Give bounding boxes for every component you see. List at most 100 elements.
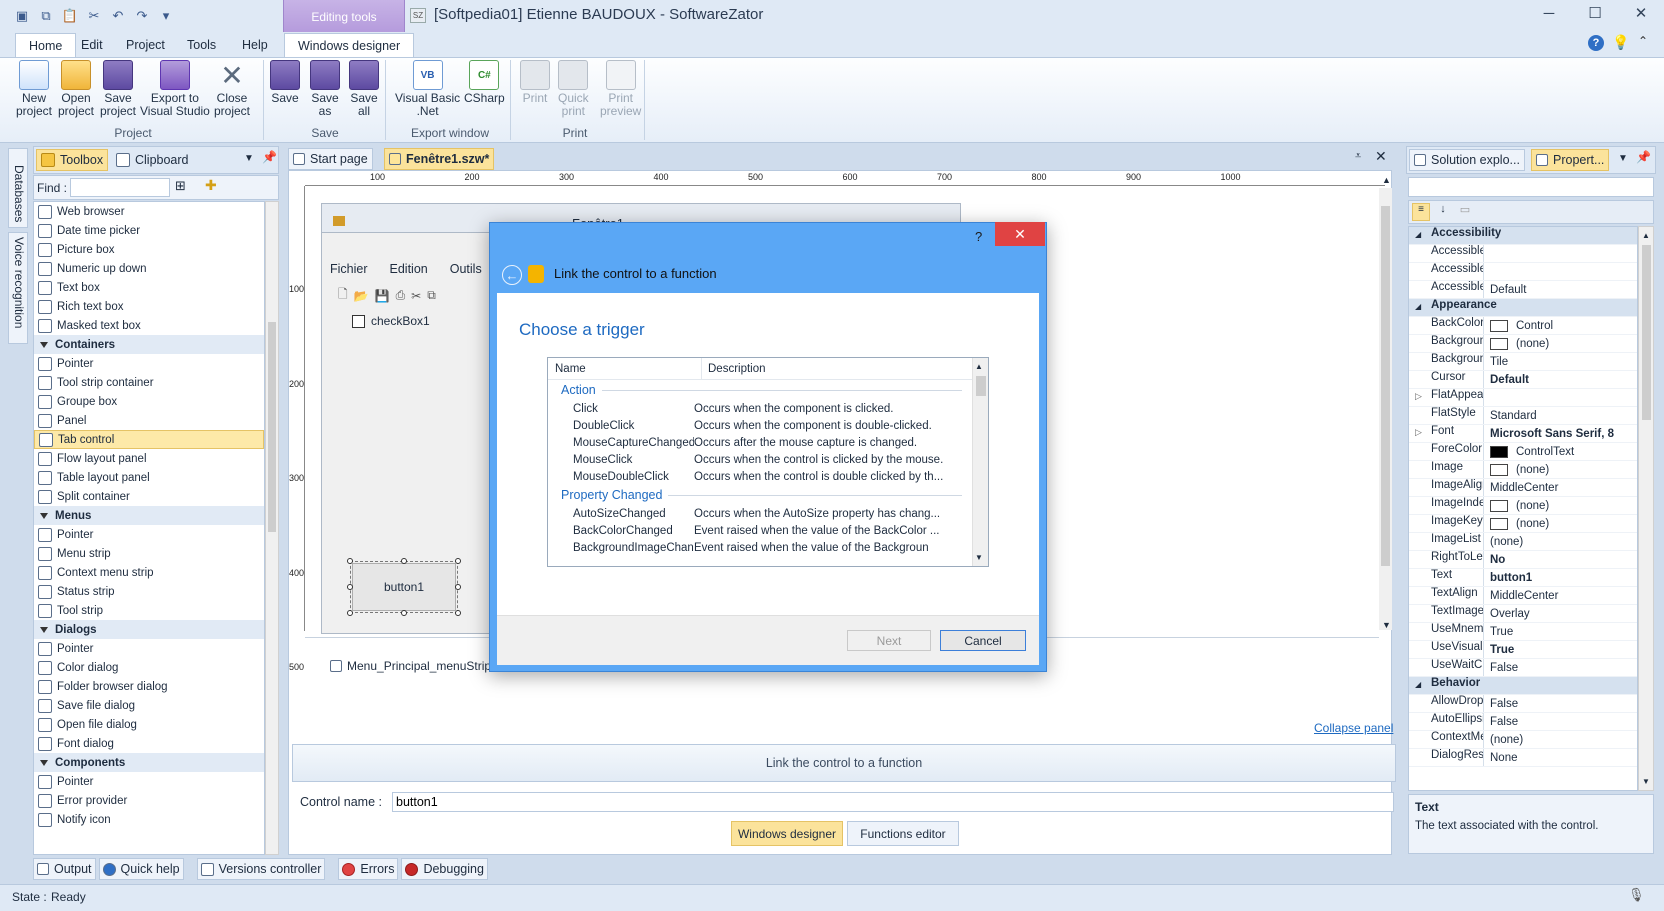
- scroll-down-arrow[interactable]: ▼: [975, 553, 983, 562]
- trigger-group-header[interactable]: Action: [548, 380, 968, 400]
- toolbox-item[interactable]: Rich text box: [34, 297, 264, 316]
- scroll-up-arrow[interactable]: ▲: [1642, 231, 1650, 240]
- property-value[interactable]: Default: [1483, 371, 1637, 388]
- toolbox-item[interactable]: Pointer: [34, 354, 264, 373]
- quick-print-button[interactable]: Quick print: [558, 60, 589, 118]
- property-row[interactable]: AccessibleRolDefault: [1409, 281, 1637, 299]
- property-value[interactable]: button1: [1483, 569, 1637, 586]
- collapse-ribbon-icon[interactable]: ⌃: [1638, 34, 1648, 48]
- toolbox-item[interactable]: Save file dialog: [34, 696, 264, 715]
- tab-start-page[interactable]: Start page: [288, 148, 373, 170]
- tab-tools[interactable]: Tools: [174, 33, 229, 57]
- toolbox-item[interactable]: Notify icon: [34, 810, 264, 829]
- form-menu-fichier[interactable]: Fichier: [330, 262, 368, 276]
- toolbox-item[interactable]: Table layout panel: [34, 468, 264, 487]
- toolbox-item[interactable]: Error provider: [34, 791, 264, 810]
- property-value[interactable]: Control: [1483, 317, 1637, 334]
- panel-menu-icon[interactable]: ▼: [1618, 153, 1628, 164]
- property-value[interactable]: False: [1483, 695, 1637, 712]
- trigger-row[interactable]: MouseClick Occurs when the control is cli…: [548, 451, 968, 468]
- pin-icon[interactable]: 📌: [1636, 150, 1651, 164]
- export-vb-button[interactable]: VB Visual Basic .Net: [395, 60, 460, 118]
- next-button[interactable]: Next: [847, 630, 931, 651]
- customize-qat-icon[interactable]: ▾: [157, 7, 175, 25]
- save-as-button[interactable]: Save as: [310, 60, 340, 118]
- tab-toolbox[interactable]: Toolbox: [36, 149, 109, 171]
- property-row[interactable]: UseWaitCursoFalse: [1409, 659, 1637, 677]
- panel-menu-icon[interactable]: ▼: [244, 153, 254, 164]
- property-value[interactable]: (none): [1483, 461, 1637, 478]
- doc-menu-icon[interactable]: ⩡: [1355, 150, 1361, 163]
- open-icon[interactable]: 📂: [354, 289, 369, 303]
- property-value[interactable]: [1483, 245, 1637, 262]
- toolbox-item[interactable]: Font dialog: [34, 734, 264, 753]
- resize-handle[interactable]: [347, 610, 353, 616]
- lightbulb-icon[interactable]: 💡: [1612, 34, 1629, 51]
- expand-arrow-icon[interactable]: ▷: [1415, 391, 1422, 402]
- form-menu-outils[interactable]: Outils: [450, 262, 482, 276]
- property-value[interactable]: Default: [1483, 281, 1637, 298]
- property-row[interactable]: ImageList (none): [1409, 533, 1637, 551]
- trigger-row[interactable]: BackColorChanged Event raised when the va…: [548, 522, 968, 539]
- tab-clipboard[interactable]: Clipboard: [111, 149, 194, 171]
- close-project-button[interactable]: ✕ Close project: [214, 60, 250, 118]
- control-name-input[interactable]: [392, 792, 1394, 812]
- resize-handle[interactable]: [455, 584, 461, 590]
- property-row[interactable]: TextImageRelaOverlay: [1409, 605, 1637, 623]
- property-value[interactable]: False: [1483, 659, 1637, 676]
- open-project-button[interactable]: Open project: [58, 60, 94, 118]
- toolbox-scrollbar[interactable]: [265, 201, 279, 855]
- property-row[interactable]: ▷FlatAppearanc: [1409, 389, 1637, 407]
- copy-icon[interactable]: ⧉: [427, 288, 436, 303]
- trigger-row[interactable]: MouseDoubleClick Occurs when the control …: [548, 468, 968, 485]
- export-to-visual-studio-button[interactable]: Export to Visual Studio: [140, 60, 210, 118]
- toolbox-item[interactable]: Masked text box: [34, 316, 264, 335]
- designer-scrollbar-thumb[interactable]: [1381, 206, 1390, 566]
- properties-object-selector[interactable]: [1408, 177, 1654, 197]
- property-row[interactable]: Image (none): [1409, 461, 1637, 479]
- toolbox-category[interactable]: Containers: [34, 335, 264, 354]
- col-description[interactable]: Description: [702, 363, 988, 375]
- collapse-panel-link[interactable]: Collapse panel: [1314, 721, 1393, 735]
- resize-handle[interactable]: [401, 610, 407, 616]
- tab-fenetre1[interactable]: Fenêtre1.szw*: [384, 148, 495, 170]
- tab-output[interactable]: Output: [33, 858, 96, 880]
- dialog-help-icon[interactable]: ?: [975, 229, 982, 244]
- property-value[interactable]: MiddleCenter: [1483, 479, 1637, 496]
- trigger-row[interactable]: AutoSizeChanged Occurs when the AutoSize …: [548, 505, 968, 522]
- app-icon[interactable]: ▣: [13, 7, 31, 25]
- side-tab-voice-recognition[interactable]: Voice recognition: [8, 232, 28, 344]
- property-row[interactable]: Text button1: [1409, 569, 1637, 587]
- resize-handle[interactable]: [347, 558, 353, 564]
- scrollbar-thumb[interactable]: [268, 322, 276, 532]
- toolbox-item[interactable]: Web browser: [34, 202, 264, 221]
- trigger-row[interactable]: MouseCaptureChanged Occurs after the mous…: [548, 434, 968, 451]
- property-row[interactable]: AccessibleDes: [1409, 245, 1637, 263]
- property-row[interactable]: UseMnemonicTrue: [1409, 623, 1637, 641]
- property-value[interactable]: False: [1483, 713, 1637, 730]
- minimize-button[interactable]: ─: [1526, 0, 1572, 26]
- property-value[interactable]: [1483, 389, 1637, 406]
- property-value[interactable]: (none): [1483, 335, 1637, 352]
- tab-quick-help[interactable]: Quick help: [98, 858, 184, 880]
- property-pages-icon[interactable]: ▭: [1456, 203, 1474, 221]
- property-grid-scrollbar[interactable]: ▲ ▼: [1638, 226, 1654, 791]
- copy-icon[interactable]: ⧉: [37, 7, 55, 25]
- property-row[interactable]: FlatStyle Standard: [1409, 407, 1637, 425]
- resize-handle[interactable]: [347, 584, 353, 590]
- trigger-list-scrollbar[interactable]: ▲ ▼: [972, 358, 988, 566]
- tab-properties[interactable]: Propert...: [1531, 149, 1610, 171]
- property-value[interactable]: MiddleCenter: [1483, 587, 1637, 604]
- property-row[interactable]: Cursor Default: [1409, 371, 1637, 389]
- property-value[interactable]: Overlay: [1483, 605, 1637, 622]
- trigger-group-header[interactable]: Property Changed: [548, 485, 968, 505]
- property-value[interactable]: Standard: [1483, 407, 1637, 424]
- tab-solution-explorer[interactable]: Solution explo...: [1409, 149, 1525, 171]
- property-value[interactable]: (none): [1483, 731, 1637, 748]
- doc-close-icon[interactable]: ✕: [1375, 148, 1387, 165]
- toolbox-item[interactable]: Pointer: [34, 772, 264, 791]
- designer-scrollbar[interactable]: [1379, 188, 1392, 630]
- property-category[interactable]: ◢ Accessibility: [1409, 227, 1637, 245]
- toolbox-item[interactable]: Color dialog: [34, 658, 264, 677]
- designed-button1[interactable]: button1: [352, 563, 456, 611]
